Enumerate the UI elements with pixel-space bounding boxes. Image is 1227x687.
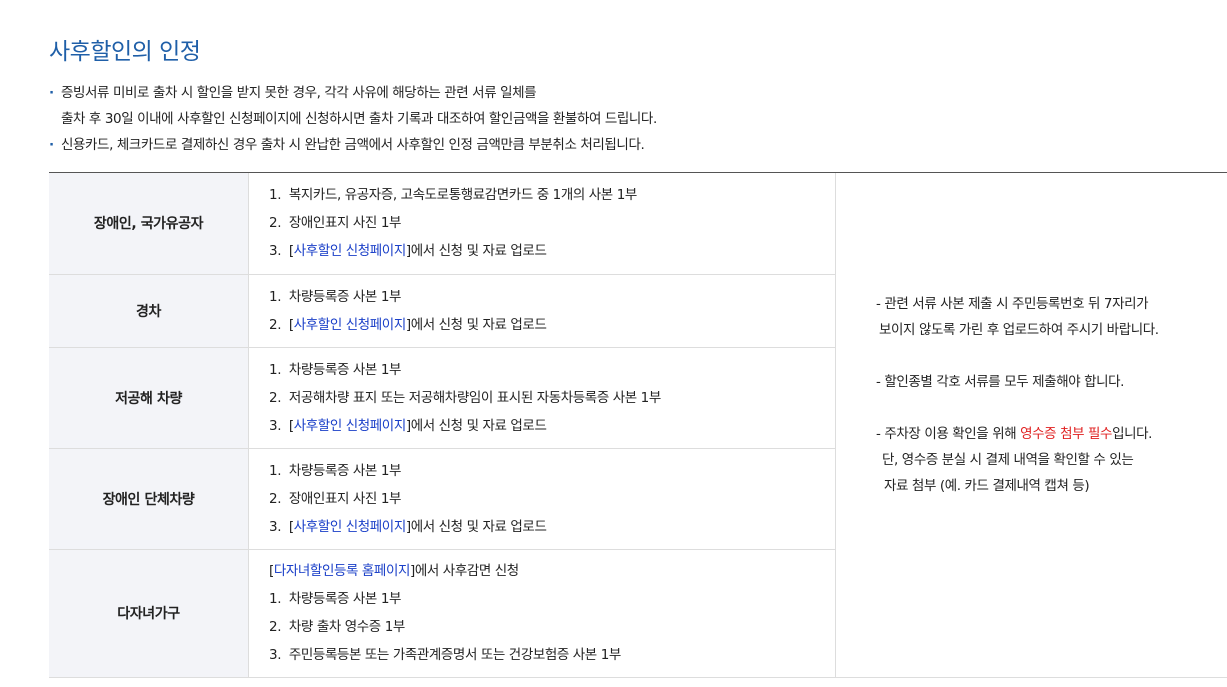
item-number: 2. <box>269 490 282 507</box>
bullet-dot: · <box>49 85 54 101</box>
receipt-required-text: 영수증 첨부 필수 <box>1020 426 1113 442</box>
item-number: 3. <box>269 243 282 260</box>
item-number: 3. <box>269 647 282 663</box>
category-cell: 장애인, 국가유공자 <box>49 173 249 275</box>
list-item: 2. [사후할인 신청페이지]에서 신청 및 자료 업로드 <box>269 311 835 339</box>
note-text: 자료 첨부 (예. 카드 결제내역 캡쳐 등) <box>884 478 1090 494</box>
item-text: ]에서 신청 및 자료 업로드 <box>405 243 547 260</box>
item-text: ]에서 신청 및 자료 업로드 <box>405 518 547 535</box>
apply-page-link[interactable]: 사후할인 신청페이지 <box>294 418 406 434</box>
page: 사후할인의 인정 · 증빙서류 미비로 출차 시 할인을 받지 못한 경우, 각… <box>0 0 1227 687</box>
multi-child-homepage-link[interactable]: 다자녀할인등록 홈페이지 <box>274 563 411 579</box>
item-text: ]에서 신청 및 자료 업로드 <box>405 316 547 333</box>
apply-page-link[interactable]: 사후할인 신청페이지 <box>294 243 406 259</box>
category-cell: 장애인 단체차량 <box>49 448 249 550</box>
item-text: ]에서 신청 및 자료 업로드 <box>405 417 547 434</box>
item-number: 1. <box>269 187 282 204</box>
item-number: 2. <box>269 316 282 333</box>
item-number: 1. <box>269 361 282 378</box>
list-item: 3. [사후할인 신청페이지]에서 신청 및 자료 업로드 <box>269 412 835 440</box>
category-cell: 다자녀가구 <box>49 549 249 678</box>
note-receipt: - 주차장 이용 확인을 위해 영수증 첨부 필수입니다. <box>876 421 1227 447</box>
item-text: 차량등록증 사본 1부 <box>288 288 402 305</box>
category-cell: 경차 <box>49 274 249 348</box>
item-number: 2. <box>269 215 282 232</box>
item-text: 저공해차량 표지 또는 저공해차량임이 표시된 자동차등록증 사본 1부 <box>288 389 661 406</box>
items-cell: 1. 차량등록증 사본 1부 2. 저공해차량 표지 또는 저공해차량임이 표시… <box>248 347 836 449</box>
list-item: 1. 차량등록증 사본 1부 <box>269 283 835 311</box>
item-text: 차량 출차 영수증 1부 <box>288 619 405 635</box>
bullet-card-cancel: · 신용카드, 체크카드로 결제하신 경우 출차 시 완납한 금액에서 사후할인… <box>49 132 1219 158</box>
list-item: 1. 차량등록증 사본 1부 <box>269 356 835 384</box>
intro-bullets: · 증빙서류 미비로 출차 시 할인을 받지 못한 경우, 각각 사유에 해당하… <box>49 80 1219 158</box>
bullet-text: 출차 후 30일 이내에 사후할인 신청페이지에 신청하시면 출차 기록과 대조… <box>61 111 657 127</box>
item-number: 1. <box>269 591 282 607</box>
notes-cell: - 관련 서류 사본 제출 시 주민등록번호 뒤 7자리가 보이지 않도록 가린… <box>835 173 1227 678</box>
bullet-text: 신용카드, 체크카드로 결제하신 경우 출차 시 완납한 금액에서 사후할인 인… <box>61 137 645 153</box>
items-cell: 1. 차량등록증 사본 1부 2. [사후할인 신청페이지]에서 신청 및 자료… <box>248 274 836 348</box>
note-text: 입니다. <box>1112 426 1153 442</box>
item-text: 주민등록등본 또는 가족관계증명서 또는 건강보험증 사본 1부 <box>288 647 621 663</box>
item-number: 3. <box>269 518 282 535</box>
list-item: 2. 장애인표지 사진 1부 <box>269 485 835 513</box>
bullet-refund: · 증빙서류 미비로 출차 시 할인을 받지 못한 경우, 각각 사유에 해당하… <box>49 80 1219 132</box>
bullet-dot: · <box>49 137 54 153</box>
list-item: 3. [사후할인 신청페이지]에서 신청 및 자료 업로드 <box>269 237 835 265</box>
item-number: 1. <box>269 288 282 305</box>
item-number: 1. <box>269 462 282 479</box>
list-item: 2. 저공해차량 표지 또는 저공해차량임이 표시된 자동차등록증 사본 1부 <box>269 384 835 412</box>
table-row: 장애인, 국가유공자 1. 복지카드, 유공자증, 고속도로통행료감면카드 중 … <box>49 173 1227 678</box>
item-text: 복지카드, 유공자증, 고속도로통행료감면카드 중 1개의 사본 1부 <box>288 187 637 204</box>
page-title: 사후할인의 인정 <box>49 39 201 65</box>
note-text: - 주차장 이용 확인을 위해 <box>876 426 1021 442</box>
item-number: 2. <box>269 619 282 635</box>
item-text: 장애인표지 사진 1부 <box>288 215 402 232</box>
item-text: 차량등록증 사본 1부 <box>288 361 402 378</box>
list-item: 1. 차량등록증 사본 1부 <box>269 457 835 485</box>
apply-page-link[interactable]: 사후할인 신청페이지 <box>294 519 406 535</box>
list-item: 3. 주민등록등본 또는 가족관계증명서 또는 건강보험증 사본 1부 <box>269 641 835 669</box>
note-text: - 관련 서류 사본 제출 시 주민등록번호 뒤 7자리가 <box>876 296 1149 312</box>
item-number: 3. <box>269 417 282 434</box>
items-cell: 1. 차량등록증 사본 1부 2. 장애인표지 사진 1부 3. [사후할인 신… <box>248 448 836 550</box>
item-text: ]에서 사후감면 신청 <box>410 563 519 579</box>
item-text: 장애인표지 사진 1부 <box>288 490 402 507</box>
items-cell: 1. 복지카드, 유공자증, 고속도로통행료감면카드 중 1개의 사본 1부 2… <box>248 173 836 275</box>
note-text: 보이지 않도록 가린 후 업로드하여 주시기 바랍니다. <box>879 322 1159 338</box>
item-number: 2. <box>269 389 282 406</box>
category-cell: 저공해 차량 <box>49 347 249 449</box>
item-text: 차량등록증 사본 1부 <box>288 591 402 607</box>
note-text: 단, 영수증 분실 시 결제 내역을 확인할 수 있는 <box>882 452 1134 468</box>
list-item: 2. 차량 출차 영수증 1부 <box>269 613 835 641</box>
list-item: 1. 복지카드, 유공자증, 고속도로통행료감면카드 중 1개의 사본 1부 <box>269 181 835 209</box>
discount-table: 장애인, 국가유공자 1. 복지카드, 유공자증, 고속도로통행료감면카드 중 … <box>49 172 1227 678</box>
note-text: - 할인종별 각호 서류를 모두 제출해야 합니다. <box>876 374 1125 390</box>
items-cell: [다자녀할인등록 홈페이지]에서 사후감면 신청 1. 차량등록증 사본 1부 … <box>248 549 836 678</box>
list-item-intro: [다자녀할인등록 홈페이지]에서 사후감면 신청 <box>269 557 835 585</box>
item-text: 차량등록증 사본 1부 <box>288 462 402 479</box>
list-item: 2. 장애인표지 사진 1부 <box>269 209 835 237</box>
list-item: 3. [사후할인 신청페이지]에서 신청 및 자료 업로드 <box>269 513 835 541</box>
apply-page-link[interactable]: 사후할인 신청페이지 <box>294 317 406 333</box>
list-item: 1. 차량등록증 사본 1부 <box>269 585 835 613</box>
bullet-text: 증빙서류 미비로 출차 시 할인을 받지 못한 경우, 각각 사유에 해당하는 … <box>61 85 537 101</box>
